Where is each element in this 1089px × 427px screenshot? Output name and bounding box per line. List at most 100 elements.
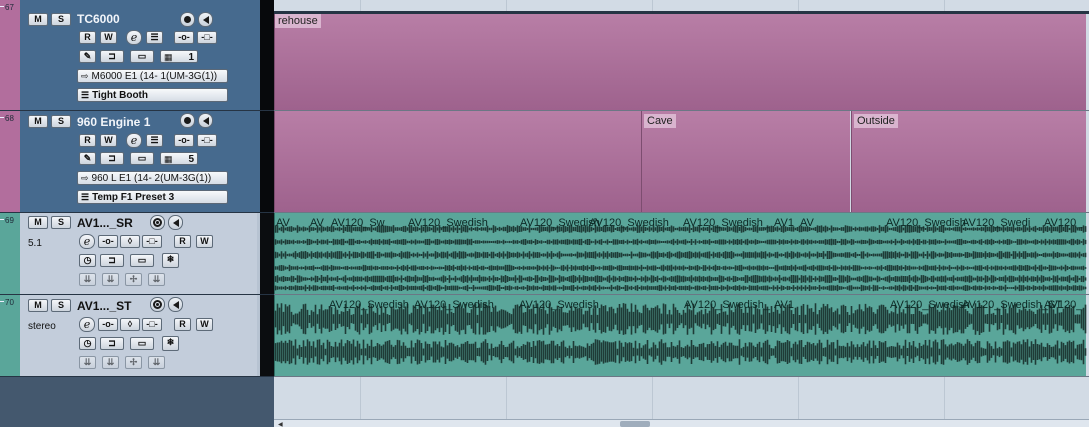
- edit-channel-button[interactable]: e: [79, 234, 95, 249]
- solo-button[interactable]: S: [51, 299, 71, 312]
- insert-button[interactable]: -□-: [142, 235, 162, 248]
- track-color-strip[interactable]: [0, 0, 20, 110]
- lanes-button[interactable]: ▭: [130, 152, 154, 165]
- midi-channel-field[interactable]: ▦ 1: [160, 50, 198, 63]
- lock-button[interactable]: ⊐: [100, 50, 124, 63]
- event-label: AV120_: [1044, 217, 1083, 229]
- scroll-left-icon[interactable]: ◀: [278, 421, 283, 427]
- program-list-icon: ☰: [81, 192, 90, 202]
- freeze-button[interactable]: ❄: [162, 336, 179, 351]
- time-button[interactable]: ◷: [79, 337, 96, 350]
- eq-button[interactable]: ◊: [120, 235, 140, 248]
- insert-icon: -□-: [201, 32, 213, 42]
- insert-button[interactable]: -□-: [197, 134, 217, 147]
- solo-button[interactable]: S: [51, 216, 71, 229]
- record-enable-button[interactable]: [180, 12, 195, 27]
- mute-button[interactable]: M: [28, 299, 48, 312]
- monitor-button[interactable]: [198, 12, 213, 27]
- event-label: AV1: [774, 217, 794, 229]
- insert-button[interactable]: -□-: [142, 318, 162, 331]
- edit-instrument-button[interactable]: e: [126, 30, 142, 45]
- eq-bypass-button[interactable]: ⇊: [102, 356, 119, 369]
- lane-69[interactable]: AV AV AV120_Sw AV120_Swedish AV120_Swedi…: [274, 213, 1089, 295]
- list-button[interactable]: ☰: [146, 134, 163, 147]
- lock-button[interactable]: ⊐: [100, 254, 124, 267]
- read-automation-button[interactable]: R: [174, 318, 191, 331]
- lanes-button[interactable]: ▭: [130, 50, 154, 63]
- midi-part[interactable]: Outside: [851, 111, 1086, 212]
- track-name[interactable]: 960 Engine 1: [77, 115, 150, 129]
- sends-bypass-button[interactable]: ✢: [125, 273, 142, 286]
- channel-bypass-button[interactable]: ⇊: [148, 356, 165, 369]
- track-name[interactable]: TC6000: [77, 12, 120, 26]
- inserts-bypass-button[interactable]: ⇊: [79, 273, 96, 286]
- insert-button[interactable]: -□-: [197, 31, 217, 44]
- track-name[interactable]: AV1..._SR: [77, 216, 133, 230]
- mute-button[interactable]: M: [28, 13, 48, 26]
- midi-output-value: M6000 E1 (14- 1(UM-3G(1)): [91, 71, 218, 82]
- lanes-button[interactable]: ▭: [130, 337, 154, 350]
- input-transformer-button[interactable]: -o-: [174, 134, 194, 147]
- record-enable-button[interactable]: [150, 215, 165, 230]
- write-automation-button[interactable]: W: [196, 318, 213, 331]
- sends-bypass-button[interactable]: ✢: [125, 356, 142, 369]
- eq-bypass-button[interactable]: ⇊: [102, 273, 119, 286]
- midi-part[interactable]: [274, 111, 641, 212]
- list-button[interactable]: ☰: [146, 31, 163, 44]
- lanes-button[interactable]: ▭: [130, 254, 154, 267]
- channel-bypass-button[interactable]: ⇊: [148, 273, 165, 286]
- edit-channel-icon: e: [83, 318, 91, 331]
- track-header-68[interactable]: 68 M S 960 Engine 1 R W e ☰ -o- -□- ✎ ⊐ …: [0, 111, 274, 213]
- record-enable-button[interactable]: [180, 113, 195, 128]
- track-header-69[interactable]: 69 M S AV1..._SR 5.1 e -o- ◊ -□- R W ◷ ⊐…: [0, 213, 274, 295]
- track-color-strip[interactable]: [0, 295, 20, 376]
- read-automation-button[interactable]: R: [79, 31, 96, 44]
- track-color-strip[interactable]: [0, 111, 20, 212]
- read-automation-button[interactable]: R: [79, 134, 96, 147]
- record-enable-button[interactable]: [150, 297, 165, 312]
- track-header-70[interactable]: 70 M S AV1..._ST stereo e -o- ◊ -□- R W …: [0, 295, 274, 377]
- lock-icon: ⊐: [108, 51, 116, 61]
- write-automation-button[interactable]: W: [100, 134, 117, 147]
- program-field[interactable]: ☰ Tight Booth: [77, 88, 228, 102]
- lock-button[interactable]: ⊐: [100, 152, 124, 165]
- monitor-button[interactable]: [198, 113, 213, 128]
- read-automation-button[interactable]: R: [174, 235, 191, 248]
- lock-icon: ⊐: [108, 255, 116, 265]
- scroll-thumb[interactable]: [620, 421, 650, 427]
- track-header-67[interactable]: 67 M S TC6000 R W e ☰ -o- -□- ✎ ⊐ ▭ ▦ 1 ⇨…: [0, 0, 274, 111]
- lock-button[interactable]: ⊐: [100, 337, 124, 350]
- midi-output-field[interactable]: ⇨ 960 L E1 (14- 2(UM-3G(1)): [77, 171, 228, 185]
- pencil-button[interactable]: ✎: [79, 50, 96, 63]
- pencil-button[interactable]: ✎: [79, 152, 96, 165]
- lane-67[interactable]: rehouse: [274, 14, 1089, 111]
- monitor-button[interactable]: [168, 297, 183, 312]
- midi-part[interactable]: Cave: [641, 111, 850, 212]
- midi-output-field[interactable]: ⇨ M6000 E1 (14- 1(UM-3G(1)): [77, 69, 228, 83]
- input-transformer-button[interactable]: -o-: [98, 235, 118, 248]
- midi-channel-field[interactable]: ▦ 5: [160, 152, 198, 165]
- eq-button[interactable]: ◊: [120, 318, 140, 331]
- edit-channel-button[interactable]: e: [79, 317, 95, 332]
- time-button[interactable]: ◷: [79, 254, 96, 267]
- lane-68[interactable]: Cave Outside: [274, 111, 1089, 213]
- track-color-strip[interactable]: [0, 213, 20, 294]
- mute-button[interactable]: M: [28, 216, 48, 229]
- lane-70[interactable]: AV120_Swedish AV120_Swedish AV120_Swedis…: [274, 295, 1089, 377]
- input-transformer-button[interactable]: -o-: [174, 31, 194, 44]
- track-name[interactable]: AV1..._ST: [77, 299, 131, 313]
- monitor-button[interactable]: [168, 215, 183, 230]
- edit-instrument-button[interactable]: e: [126, 133, 142, 148]
- write-automation-button[interactable]: W: [196, 235, 213, 248]
- program-field[interactable]: ☰ Temp F1 Preset 3: [77, 190, 228, 204]
- freeze-button[interactable]: ❄: [162, 253, 179, 268]
- midi-part[interactable]: rehouse: [274, 14, 1086, 110]
- solo-button[interactable]: S: [51, 115, 71, 128]
- mute-button[interactable]: M: [28, 115, 48, 128]
- inserts-bypass-button[interactable]: ⇊: [79, 356, 96, 369]
- solo-button[interactable]: S: [51, 13, 71, 26]
- horizontal-scrollbar[interactable]: ◀: [274, 419, 1089, 427]
- event-display[interactable]: rehouse Cave Outside AV AV AV120_Sw AV12…: [274, 0, 1089, 427]
- write-automation-button[interactable]: W: [100, 31, 117, 44]
- input-transformer-button[interactable]: -o-: [98, 318, 118, 331]
